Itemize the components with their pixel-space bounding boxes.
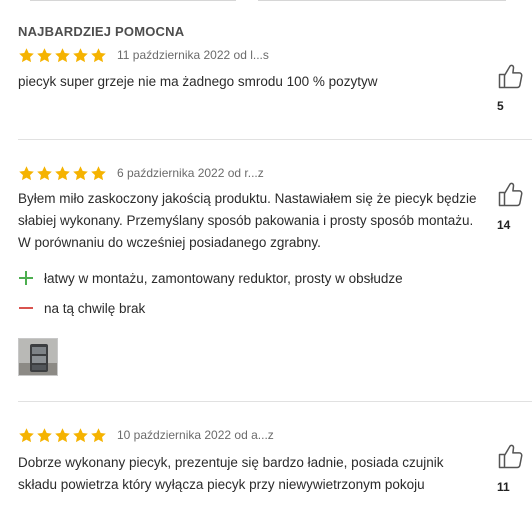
heater-photo-icon — [19, 339, 57, 375]
minus-icon — [18, 300, 34, 316]
star-rating — [18, 165, 107, 182]
section-label-most-helpful: NAJBARDZIEJ POMOCNA — [18, 24, 185, 39]
review-divider — [18, 139, 532, 140]
star-icon — [73, 165, 88, 180]
star-icon — [19, 427, 34, 442]
review-divider — [18, 401, 532, 402]
helpful-count: 14 — [497, 218, 511, 232]
star-icon — [91, 165, 106, 180]
review-text: Dobrze wykonany piecyk, prezentuje się b… — [18, 455, 444, 492]
tab-underline-left — [30, 0, 236, 1]
review-photo-thumbnail[interactable] — [18, 338, 58, 376]
pros-text: łatwy w montażu, zamontowany reduktor, p… — [44, 270, 403, 286]
helpful-button[interactable] — [497, 442, 529, 470]
star-icon — [55, 165, 70, 180]
review-date-author: 11 października 2022 od l...s — [117, 48, 269, 62]
review-meta: 6 października 2022 od r...z — [18, 164, 264, 182]
helpful-count: 5 — [497, 99, 504, 113]
star-icon — [19, 47, 34, 62]
review-text: piecyk super grzeje nie ma żadnego smrod… — [18, 74, 378, 89]
thumbs-up-icon[interactable] — [497, 62, 525, 90]
star-icon — [37, 427, 52, 442]
star-icon — [19, 165, 34, 180]
star-rating — [18, 427, 107, 444]
review-pros: łatwy w montażu, zamontowany reduktor, p… — [18, 270, 403, 286]
thumbs-up-icon[interactable] — [497, 180, 525, 208]
star-icon — [37, 165, 52, 180]
star-icon — [91, 427, 106, 442]
top-divider — [0, 0, 532, 3]
review-date-author: 10 października 2022 od a...z — [117, 428, 274, 442]
star-icon — [73, 47, 88, 62]
helpful-button[interactable] — [497, 180, 529, 208]
review-text: Byłem miło zaskoczony jakością produktu.… — [18, 191, 477, 250]
star-icon — [91, 47, 106, 62]
thumbs-up-icon[interactable] — [497, 442, 525, 470]
tab-underline-right — [258, 0, 506, 1]
review-date-author: 6 października 2022 od r...z — [117, 166, 264, 180]
star-icon — [37, 47, 52, 62]
star-icon — [73, 427, 88, 442]
review-meta: 11 października 2022 od l...s — [18, 46, 269, 64]
star-icon — [55, 427, 70, 442]
plus-icon — [18, 270, 34, 286]
star-rating — [18, 47, 107, 64]
cons-text: na tą chwilę brak — [44, 300, 146, 316]
star-icon — [55, 47, 70, 62]
helpful-button[interactable] — [497, 62, 529, 90]
review-meta: 10 października 2022 od a...z — [18, 426, 274, 444]
helpful-count: 11 — [497, 480, 510, 494]
review-cons: na tą chwilę brak — [18, 300, 145, 316]
